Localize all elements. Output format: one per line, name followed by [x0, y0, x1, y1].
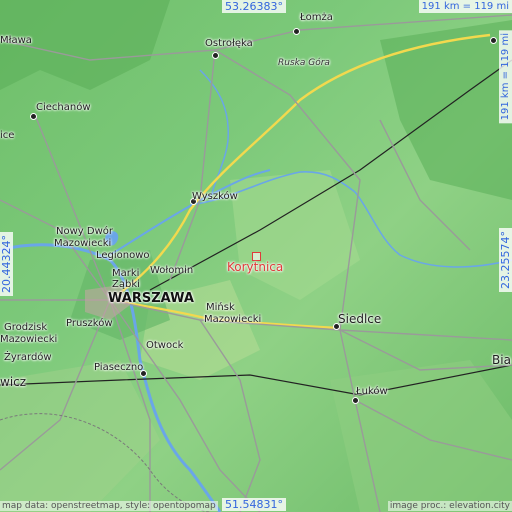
coord-left-longitude: 20.44324°: [0, 232, 13, 296]
highland-patch: [380, 20, 512, 200]
coord-bottom-latitude: 51.54831°: [222, 498, 286, 511]
attribution-image-proc: image proc.: elevation.city: [387, 501, 512, 511]
place-label-otwock: Otwock: [146, 340, 184, 351]
place-dot: [293, 28, 300, 35]
place-label-plonsk-partial: ice: [0, 130, 15, 141]
place-dot: [490, 37, 497, 44]
place-label-ciechanow: Ciechanów: [36, 102, 91, 113]
place-label-legionowo: Legionowo: [96, 250, 150, 261]
river-bug-east: [354, 191, 512, 268]
place-label-lowicz-partial: wicz: [0, 375, 27, 389]
place-label-siedlce: Siedlce: [338, 312, 382, 326]
place-label-grodzisk-line1: Grodzisk: [4, 322, 48, 333]
map-canvas[interactable]: Łomża Ostrołęka Ruska Góra Mława Ciechan…: [0, 0, 512, 512]
place-label-minsk-line1: Mińsk: [206, 302, 235, 313]
place-dot: [30, 113, 37, 120]
road: [339, 329, 512, 371]
place-label-wyszkow: Wyszków: [192, 191, 238, 202]
road: [169, 49, 216, 281]
place-label-piaseczno: Piaseczno: [94, 362, 144, 373]
place-dot: [352, 397, 359, 404]
place-label-nowy-dwor-line1: Nowy Dwór: [56, 226, 113, 237]
coord-right-longitude: 23.25574°: [499, 228, 512, 292]
place-label-ostroleka: Ostrołęka: [205, 38, 253, 49]
scale-horizontal: 191 km = 119 mi: [418, 0, 512, 13]
place-label-wolomin: Wołomin: [150, 265, 194, 276]
target-label: Korytnica: [227, 260, 284, 274]
place-label-biala-partial: Bia: [492, 353, 511, 367]
place-label-pruszkow: Pruszków: [66, 318, 113, 329]
place-label-lukow: Łuków: [356, 386, 388, 397]
place-label-grodzisk-line2: Mazowiecki: [0, 334, 58, 345]
place-label-nowy-dwor-line2: Mazowiecki: [54, 238, 112, 249]
attribution-map-data: map data: openstreetmap, style: opentopo…: [0, 501, 218, 511]
place-label-minsk-line2: Mazowiecki: [204, 314, 262, 325]
place-label-lomza: Łomża: [300, 12, 333, 23]
place-label-mlawa: Mława: [0, 35, 32, 46]
coord-top-latitude: 53.26383°: [222, 0, 286, 13]
place-label-marki: Marki: [112, 268, 140, 279]
place-label-ruska-gora: Ruska Góra: [278, 58, 330, 68]
place-label-warszawa: WARSZAWA: [108, 291, 194, 306]
road: [34, 114, 111, 301]
highland-patch: [230, 170, 360, 300]
place-label-zabki: Ząbki: [112, 279, 140, 290]
place-dot: [212, 52, 219, 59]
place-label-zyrardow: Żyrardów: [4, 352, 52, 363]
scale-vertical: 191 km = 119 mi: [499, 30, 512, 124]
